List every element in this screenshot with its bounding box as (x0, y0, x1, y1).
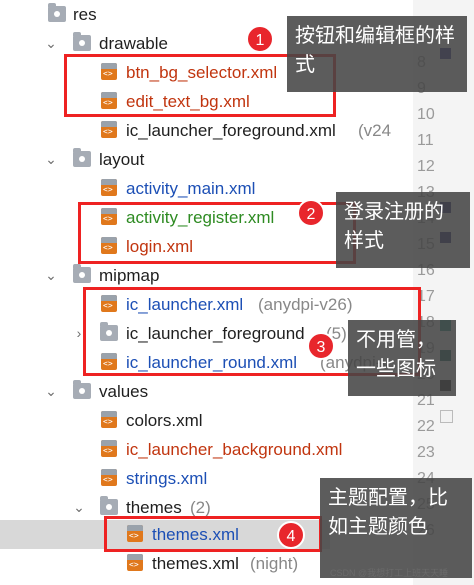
annotation-badge-1: 1 (246, 25, 274, 53)
annotation-note-1: 按钮和编辑框的样式 (287, 16, 467, 92)
xml-file-icon (127, 554, 143, 571)
annotation-badge-3: 3 (307, 332, 335, 360)
xml-file-icon (101, 440, 117, 457)
tree-label: themes.xml (152, 554, 239, 573)
annotation-note-4: 主题配置，比如主题颜色 (320, 478, 472, 578)
tree-row-colors[interactable]: colors.xml (0, 406, 474, 435)
tree-label: mipmap (99, 266, 160, 285)
tree-row-ic-launcher-foreground-xml[interactable]: ic_launcher_foreground.xml (v24 (0, 116, 474, 145)
tree-label: layout (99, 150, 145, 169)
tree-label: res (73, 5, 97, 24)
folder-icon (73, 380, 91, 399)
tree-label: activity_main.xml (126, 179, 256, 198)
project-tree: 8 9 10 11 12 13 14 15 16 17 18 19 20 21 … (0, 0, 474, 585)
folder-icon (73, 32, 91, 51)
folder-icon (48, 3, 66, 22)
tree-label: ic_launcher_background.xml (126, 440, 343, 459)
xml-file-icon (101, 411, 117, 428)
chevron-down-icon[interactable]: ⌄ (44, 29, 58, 58)
tree-label: ic_launcher_foreground.xml (126, 121, 336, 140)
tree-row-layout[interactable]: ⌄ layout (0, 145, 474, 174)
chevron-down-icon[interactable]: ⌄ (44, 145, 58, 174)
tree-label: colors.xml (126, 411, 203, 430)
folder-icon (100, 496, 118, 515)
chevron-down-icon[interactable]: ⌄ (44, 261, 58, 290)
watermark: CSDN @我想打工上班天天睡 (330, 568, 449, 578)
tree-label: strings.xml (126, 469, 208, 488)
chevron-down-icon[interactable]: ⌄ (44, 377, 58, 406)
xml-file-icon (101, 469, 117, 486)
folder-icon (73, 264, 91, 283)
tree-row-ic-launcher-background[interactable]: ic_launcher_background.xml (0, 435, 474, 464)
tree-label: values (99, 382, 149, 401)
annotation-note-2: 登录注册的样式 (336, 192, 470, 268)
xml-file-icon (101, 179, 117, 196)
tree-hint: (night) (250, 554, 299, 573)
chevron-down-icon[interactable]: ⌄ (72, 493, 86, 522)
annotation-note-3: 不用管，一些图标 (348, 320, 456, 396)
tree-hint: (v24 (358, 121, 392, 140)
xml-file-icon (101, 121, 117, 138)
annotation-badge-4: 4 (277, 521, 305, 549)
folder-icon (73, 148, 91, 167)
annotation-badge-2: 2 (297, 199, 325, 227)
